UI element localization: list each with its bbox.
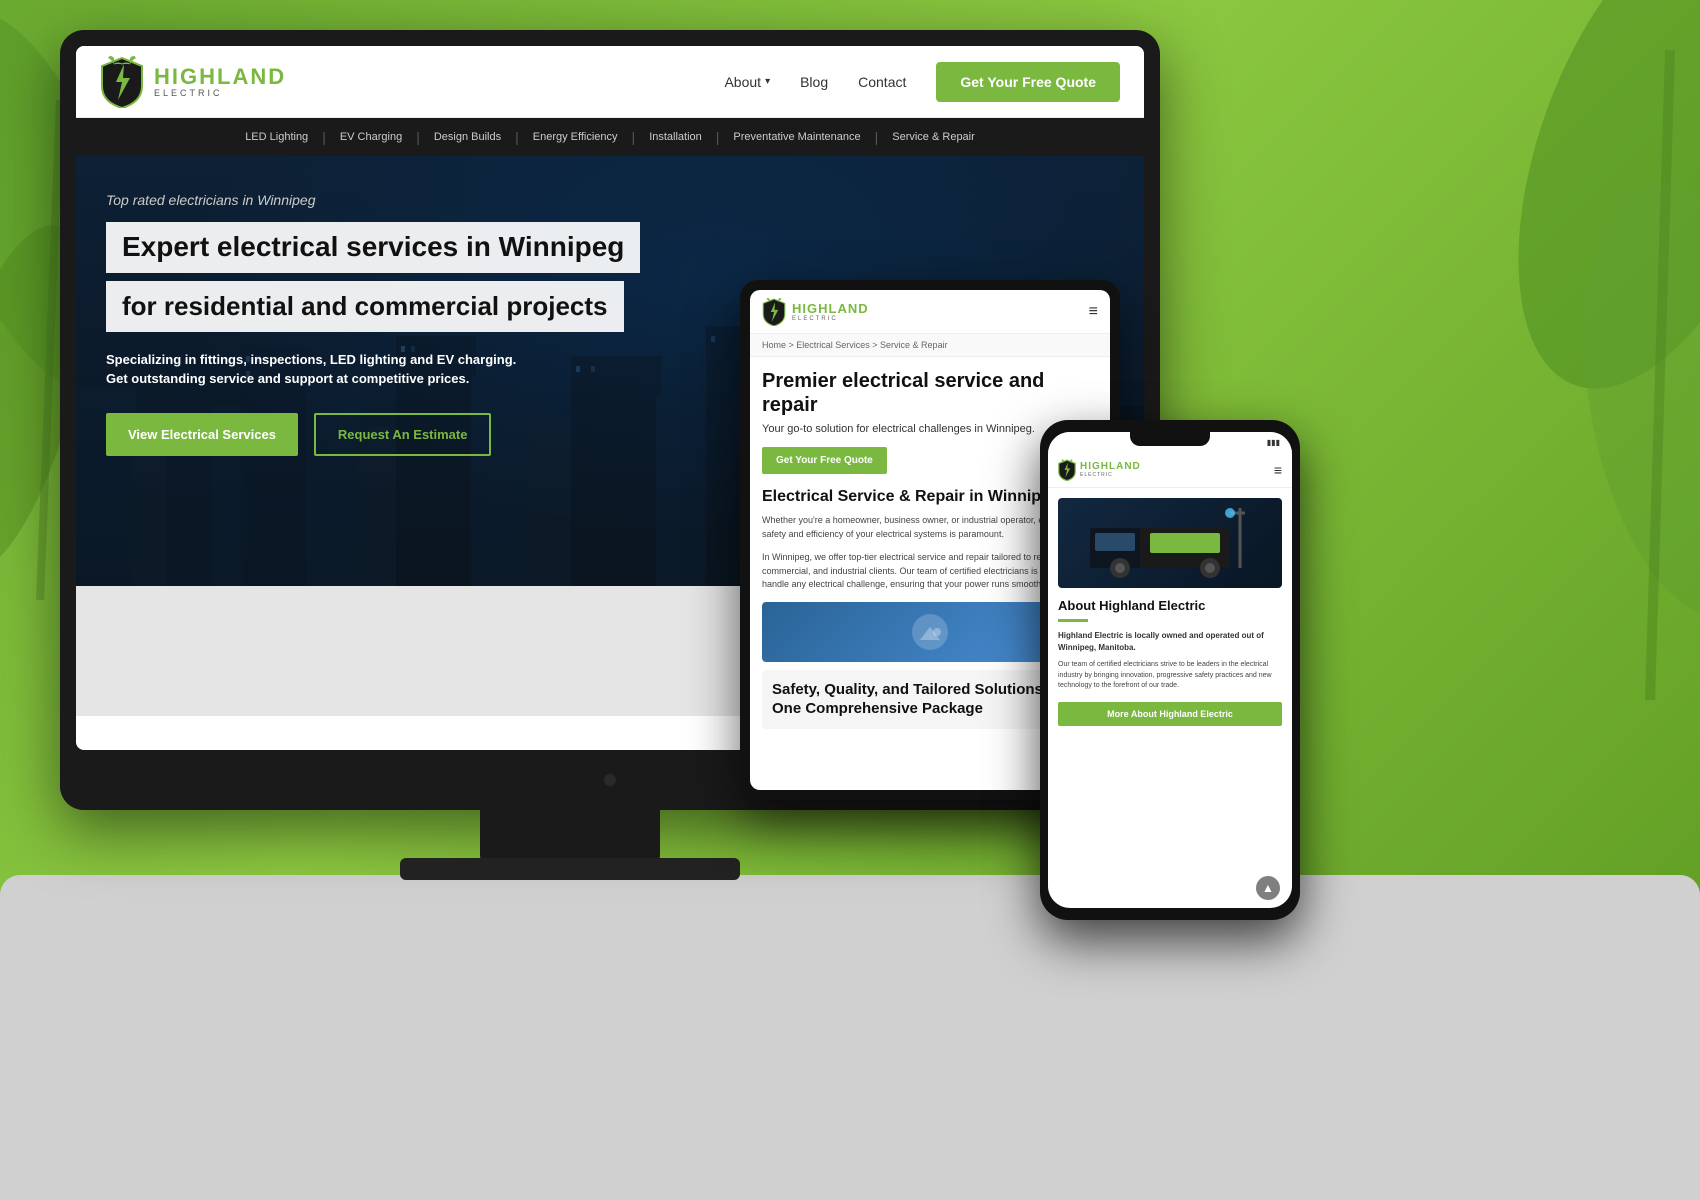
phone-header: HIGHLAND ELECTRIC ≡ — [1048, 452, 1292, 488]
phone-content: About Highland Electric Highland Electri… — [1048, 488, 1292, 736]
monitor-stand — [480, 810, 660, 860]
phone-hero-image — [1058, 498, 1282, 588]
nav-design-builds[interactable]: Design Builds — [420, 131, 515, 143]
hero-subtitle: Top rated electricians in Winnipeg — [106, 192, 1114, 208]
tablet-menu-icon[interactable]: ≡ — [1089, 303, 1098, 321]
nav-service-repair[interactable]: Service & Repair — [878, 131, 989, 143]
header-navigation: About Blog Contact Get Your Free Quote — [724, 62, 1120, 102]
nav-about[interactable]: About — [724, 74, 770, 90]
phone-notch — [1130, 432, 1210, 446]
logo-area[interactable]: HIGHLAND ELECTRIC — [100, 56, 286, 108]
nav-blog[interactable]: Blog — [800, 74, 828, 90]
tablet-breadcrumb: Home > Electrical Services > Service & R… — [750, 334, 1110, 357]
phone-signal-icon: ▮▮▮ — [1267, 438, 1280, 447]
hero-title-box-1: Expert electrical services in Winnipeg — [106, 222, 640, 273]
nav-ev-charging[interactable]: EV Charging — [326, 131, 416, 143]
logo-icon — [100, 56, 144, 108]
phone-menu-icon[interactable]: ≡ — [1274, 462, 1282, 478]
phone-logo[interactable]: HIGHLAND ELECTRIC — [1058, 459, 1141, 481]
monitor-base — [400, 858, 740, 880]
secondary-navigation: LED Lighting | EV Charging | Design Buil… — [76, 118, 1144, 156]
nav-contact[interactable]: Contact — [858, 74, 906, 90]
desk-surface — [0, 875, 1700, 1200]
plant-right-decoration — [1410, 0, 1700, 700]
logo-electric-text: ELECTRIC — [154, 88, 286, 98]
scroll-up-icon: ▲ — [1262, 881, 1274, 895]
phone-scroll-up-button[interactable]: ▲ — [1256, 876, 1280, 900]
monitor-power-button — [604, 774, 616, 786]
request-estimate-button[interactable]: Request An Estimate — [314, 413, 492, 456]
phone-about-title: About Highland Electric — [1058, 598, 1282, 613]
logo-text: HIGHLAND ELECTRIC — [154, 66, 286, 98]
tablet-logo-highland: HIGHLAND — [792, 301, 869, 316]
tablet-logo-icon — [762, 298, 786, 326]
phone-logo-electric: ELECTRIC — [1080, 472, 1141, 478]
nav-led-lighting[interactable]: LED Lighting — [231, 131, 322, 143]
phone-logo-highland: HIGHLAND — [1080, 461, 1141, 472]
hero-title-box-2: for residential and commercial projects — [106, 281, 624, 332]
tablet-main-title: Premier electrical service and repair — [762, 369, 1098, 417]
phone-truck-svg — [1080, 508, 1260, 578]
phone-screen: ▮▮▮ HIGHLAND ELECTRIC ≡ — [1048, 432, 1292, 908]
header-quote-button[interactable]: Get Your Free Quote — [936, 62, 1120, 102]
nav-installation[interactable]: Installation — [635, 131, 716, 143]
phone-green-bar — [1058, 619, 1088, 622]
logo-highland-text: HIGHLAND — [154, 66, 286, 88]
phone-body-bold: Highland Electric is locally owned and o… — [1058, 630, 1282, 654]
phone-hero-overlay — [1058, 498, 1282, 588]
site-header: HIGHLAND ELECTRIC About Blog Contact Get… — [76, 46, 1144, 118]
hero-description: Specializing in fittings, inspections, L… — [106, 350, 586, 389]
view-services-button[interactable]: View Electrical Services — [106, 413, 298, 456]
hero-title-line1: Expert electrical services in Winnipeg — [122, 232, 624, 263]
phone-logo-icon — [1058, 459, 1076, 481]
hero-title-line2: for residential and commercial projects — [122, 291, 608, 322]
tablet-logo[interactable]: HIGHLAND ELECTRIC — [762, 298, 869, 326]
phone-device: ▮▮▮ HIGHLAND ELECTRIC ≡ — [1040, 420, 1300, 920]
nav-energy-efficiency[interactable]: Energy Efficiency — [519, 131, 632, 143]
tablet-image-icon — [910, 612, 950, 652]
tablet-logo-electric: ELECTRIC — [792, 316, 869, 322]
phone-body-text: Our team of certified electricians striv… — [1058, 660, 1282, 692]
nav-preventative-maintenance[interactable]: Preventative Maintenance — [719, 131, 874, 143]
tablet-quote-button[interactable]: Get Your Free Quote — [762, 447, 887, 474]
tablet-header: HIGHLAND ELECTRIC ≡ — [750, 290, 1110, 334]
phone-more-button[interactable]: More About Highland Electric — [1058, 702, 1282, 726]
